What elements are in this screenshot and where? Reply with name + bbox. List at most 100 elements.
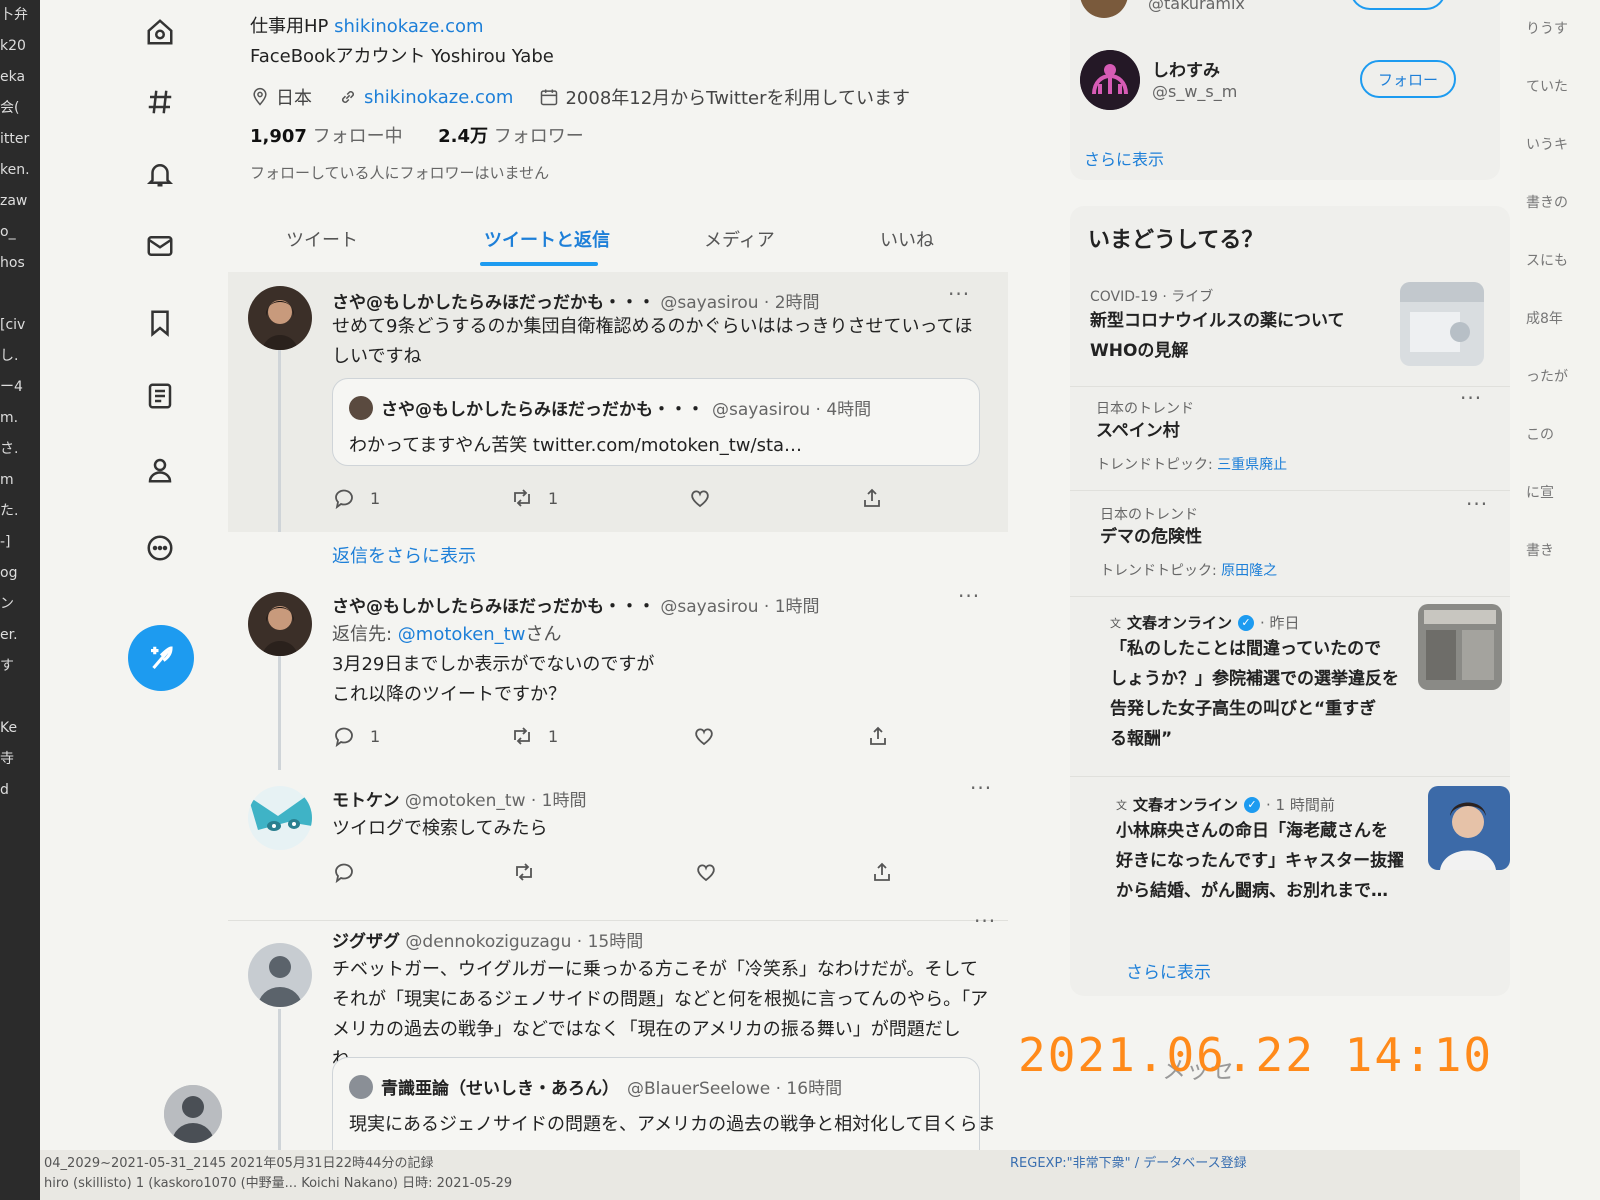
more-menu-icon[interactable]: ··· (1460, 386, 1482, 410)
tab-tweets[interactable]: ツイート (286, 226, 358, 252)
retweet-icon (516, 863, 532, 881)
more-menu-icon[interactable]: ··· (974, 909, 996, 933)
trend-topic: トレンドトピック: 原田隆之 (1100, 560, 1277, 580)
tab-tweets-and-replies[interactable]: ツイートと返信 (484, 226, 610, 252)
quoted-tweet[interactable]: 青識亜論（せいしき・あろん） @BlauerSeelowe · 16時間 現実に… (332, 1057, 996, 1150)
bookmarks-icon[interactable] (142, 305, 178, 341)
author-name[interactable]: さや@もしかしたらみほだっだかも・・・ (332, 293, 655, 313)
avatar[interactable] (248, 786, 312, 850)
avatar[interactable] (248, 943, 312, 1007)
show-more-suggestions[interactable]: さらに表示 (1084, 146, 1164, 170)
share-button[interactable] (870, 860, 894, 884)
quote-text: 現実にあるジェノサイドの問題を、アメリカの過去の戦争と相対化して目くらま (349, 1114, 996, 1135)
following-label: フォロー中 (312, 126, 403, 147)
trend-topic-link[interactable]: 三重県廃止 (1217, 457, 1287, 473)
share-button[interactable] (866, 724, 890, 748)
profile-person-icon[interactable] (142, 452, 178, 488)
like-button[interactable] (692, 724, 716, 748)
tweet-item[interactable]: ジグザグ @dennokoziguzagu · 15時間 ··· チベットガー、… (228, 909, 1008, 1150)
news-title: 「私のしたことは間違っていたので しょうか？」参院補選での選挙違反を 告発した女… (1110, 634, 1410, 754)
explore-hashtag-icon[interactable] (142, 84, 178, 120)
retweet-count: 1 (548, 726, 559, 746)
author-name[interactable]: ジグザグ (332, 932, 400, 952)
news-title-line: 告発した女子高生の叫びと“重すぎ (1110, 699, 1377, 719)
author-handle-time[interactable]: @sayasirou · 2時間 (660, 293, 819, 313)
quote-author-name: 青識亜論（せいしき・あろん） (381, 1079, 619, 1099)
like-button[interactable] (694, 860, 718, 884)
tab-likes[interactable]: いいね (880, 226, 934, 252)
follow-button-top[interactable] (1350, 0, 1446, 10)
tweet-text: 返信先: @motoken_twさん 3月29日までしか表示がでないのですが こ… (332, 620, 982, 710)
background-text-fragment (1520, 754, 1600, 812)
author-handle-time[interactable]: @motoken_tw · 1時間 (405, 791, 587, 811)
followers-link[interactable]: 2.4万 フォロワー (438, 126, 584, 147)
suggest-top-handle[interactable]: @takuramix (1148, 0, 1245, 13)
avatar[interactable] (1080, 50, 1140, 110)
news-title-line: る報酬” (1110, 729, 1173, 749)
tab-media[interactable]: メディア (704, 226, 775, 252)
calendar-icon (541, 89, 558, 106)
avatar[interactable] (248, 286, 312, 350)
author-handle-time[interactable]: @sayasirou · 1時間 (660, 597, 819, 617)
suggest-handle[interactable]: @s_w_s_m (1152, 82, 1237, 101)
retweet-button[interactable]: 1 (510, 724, 558, 748)
trend-title: 新型コロナウイルスの薬について (1090, 311, 1345, 331)
heart-icon (697, 864, 715, 882)
follow-button[interactable]: フォロー (1360, 60, 1456, 98)
show-more-trends[interactable]: さらに表示 (1126, 958, 1211, 983)
background-text-fragment: hos (0, 255, 25, 271)
retweet-count: 1 (548, 488, 559, 508)
bio-website-link[interactable]: shikinokaze.com (334, 16, 483, 37)
compose-tweet-button[interactable] (128, 625, 194, 691)
website-link[interactable]: shikinokaze.com (364, 87, 513, 108)
more-menu-icon[interactable]: ··· (958, 584, 980, 608)
more-menu-icon[interactable]: ··· (948, 282, 970, 306)
divider (1070, 776, 1510, 777)
trend-topic-link[interactable]: 原田隆之 (1221, 563, 1277, 579)
background-text-fragment: 書きの (1526, 195, 1568, 211)
more-menu-icon[interactable]: ··· (970, 776, 992, 800)
background-text-fragment: ったが (1526, 369, 1568, 385)
news-title-line: 小林麻央さんの命日「海老蔵さんを (1116, 821, 1388, 841)
tweet-item[interactable]: モトケン @motoken_tw · 1時間 ··· ツイログで検索してみたら (228, 776, 1008, 910)
bottom-text-line: hiro (skillisto) 1 (kaskoro1070 (中野量... … (44, 1176, 513, 1191)
show-more-replies-link[interactable]: 返信をさらに表示 (332, 542, 476, 568)
following-link[interactable]: 1,907 フォロー中 (250, 126, 403, 147)
suggest-name[interactable]: しわすみ (1152, 56, 1220, 81)
tweet-item[interactable]: さや@もしかしたらみほだっだかも・・・ @sayasirou · 2時間 ···… (228, 272, 1008, 532)
like-button[interactable] (688, 486, 712, 510)
tweet-header: モトケン @motoken_tw · 1時間 (332, 786, 587, 811)
notifications-bell-icon[interactable] (142, 156, 178, 192)
trend-topic-label: トレンドトピック: (1096, 457, 1218, 473)
account-avatar[interactable] (164, 1085, 222, 1143)
retweet-button[interactable]: 1 (510, 486, 558, 510)
news-source-name: 文春オンライン (1133, 796, 1239, 814)
more-options-icon[interactable] (142, 530, 178, 566)
share-button[interactable] (860, 486, 884, 510)
location-pin-icon (253, 87, 267, 106)
author-handle-time[interactable]: @dennokoziguzagu · 15時間 (405, 932, 643, 952)
share-icon (870, 726, 886, 745)
author-name[interactable]: さや@もしかしたらみほだっだかも・・・ (332, 597, 655, 617)
quoted-tweet[interactable]: さや@もしかしたらみほだっだかも・・・ @sayasirou · 4時間 わかっ… (332, 378, 980, 466)
reply-to-prefix: 返信先: (332, 624, 398, 645)
background-text-fragment: に宣 (1526, 485, 1554, 501)
quote-text: わかってますやん苦笑 twitter.com/motoken_tw/sta… (349, 435, 803, 456)
home-icon[interactable] (142, 14, 178, 50)
messages-mail-icon[interactable] (142, 228, 178, 264)
link-icon (342, 91, 354, 103)
tweet-item[interactable]: さや@もしかしたらみほだっだかも・・・ @sayasirou · 1時間 ···… (228, 580, 1008, 770)
reply-button[interactable] (332, 860, 356, 884)
reply-to-user-link[interactable]: @motoken_tw (398, 624, 526, 645)
background-text-fragment: 成8年 (1526, 311, 1563, 327)
more-menu-icon[interactable]: ··· (1466, 492, 1488, 516)
reply-button[interactable]: 1 (332, 724, 380, 748)
author-name[interactable]: モトケン (332, 791, 400, 811)
reply-button[interactable]: 1 (332, 486, 380, 510)
avatar[interactable] (1080, 0, 1128, 18)
share-icon (874, 862, 890, 881)
retweet-button[interactable] (512, 860, 536, 884)
lists-icon[interactable] (142, 378, 178, 414)
background-text-fragment (1520, 812, 1600, 870)
avatar[interactable] (248, 592, 312, 656)
